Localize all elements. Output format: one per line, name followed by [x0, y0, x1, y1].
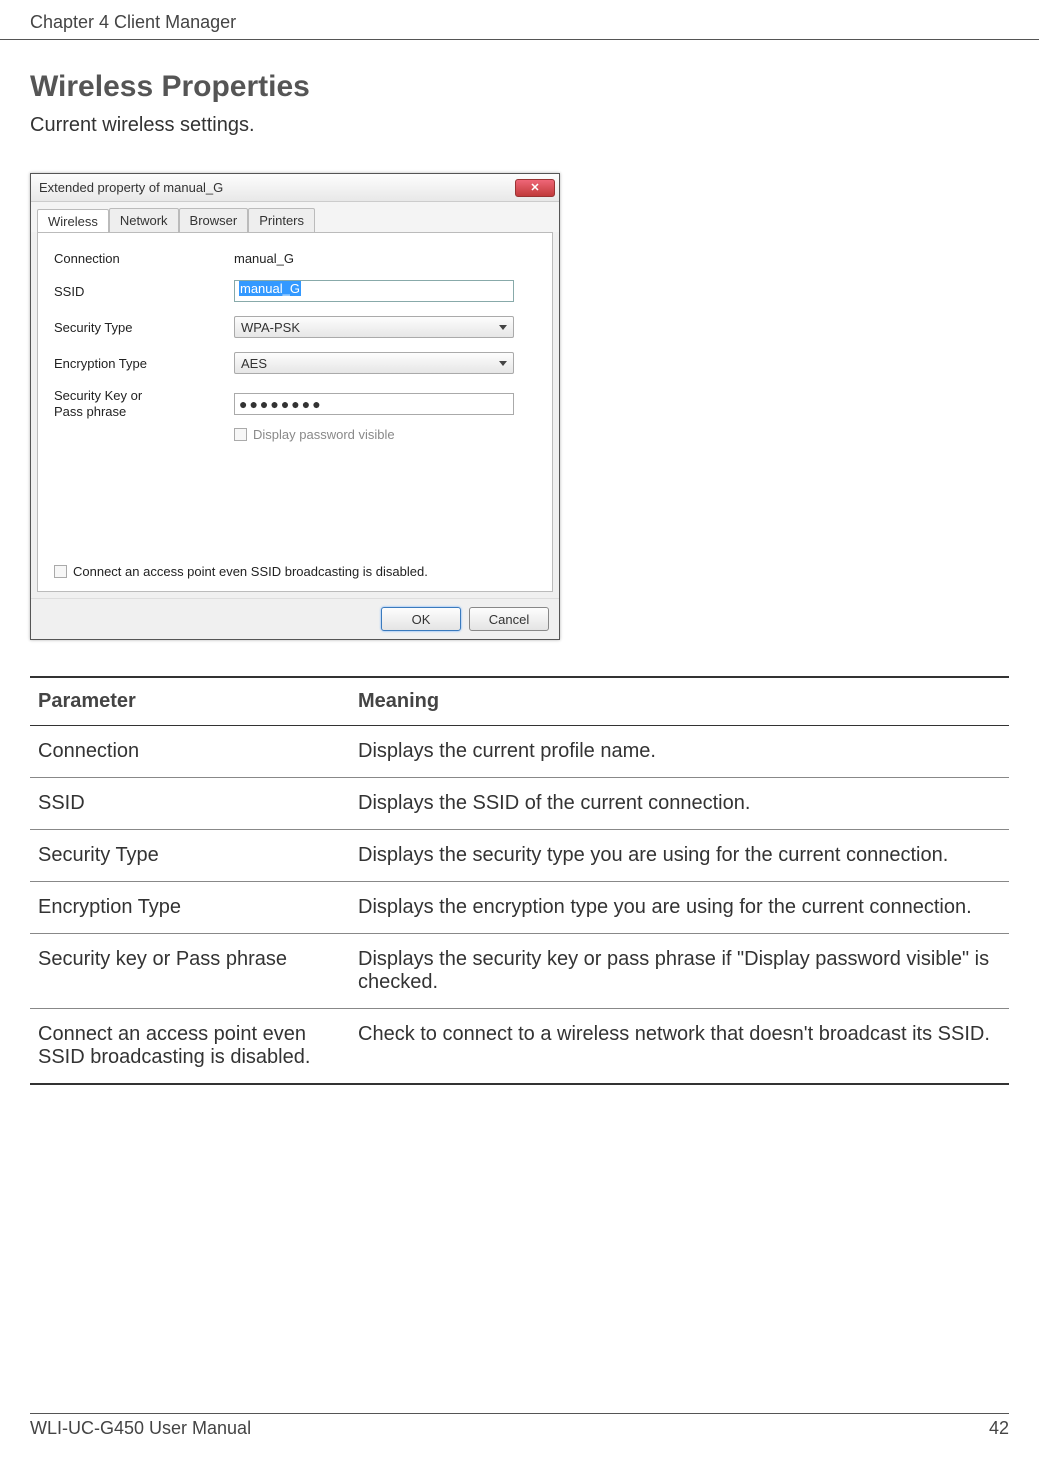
- footer-manual: WLI-UC-G450 User Manual: [30, 1418, 251, 1439]
- encryption-type-value: AES: [241, 356, 267, 371]
- table-row: SSID Displays the SSID of the current co…: [30, 778, 1009, 830]
- ok-button[interactable]: OK: [381, 607, 461, 631]
- label-connection: Connection: [54, 251, 234, 266]
- value-connection: manual_G: [234, 251, 294, 266]
- cell-meaning: Check to connect to a wireless network t…: [350, 1009, 1009, 1085]
- dialog-titlebar: Extended property of manual_G ✕: [31, 174, 559, 202]
- ssid-input[interactable]: manual_G: [234, 280, 514, 302]
- table-row: Connect an access point even SSID broadc…: [30, 1009, 1009, 1085]
- cell-param: Security Type: [30, 830, 350, 882]
- chevron-down-icon: [499, 325, 507, 330]
- page-header: Chapter 4 Client Manager: [0, 0, 1039, 40]
- cell-meaning: Displays the SSID of the current connect…: [350, 778, 1009, 830]
- section-desc: Current wireless settings.: [30, 114, 1009, 137]
- close-button[interactable]: ✕: [515, 179, 555, 197]
- security-type-value: WPA-PSK: [241, 320, 300, 335]
- encryption-type-select[interactable]: AES: [234, 352, 514, 374]
- cell-meaning: Displays the security key or pass phrase…: [350, 934, 1009, 1009]
- cell-meaning: Displays the encryption type you are usi…: [350, 882, 1009, 934]
- tab-wireless[interactable]: Wireless: [37, 209, 109, 233]
- parameter-table: Parameter Meaning Connection Displays th…: [30, 676, 1009, 1085]
- tab-body: Connection manual_G SSID manual_G Securi…: [37, 232, 553, 592]
- cancel-button[interactable]: Cancel: [469, 607, 549, 631]
- properties-dialog: Extended property of manual_G ✕ Wireless…: [30, 173, 560, 640]
- dialog-buttons: OK Cancel: [31, 598, 559, 639]
- security-key-value: ●●●●●●●●: [239, 396, 323, 412]
- cell-param: Security key or Pass phrase: [30, 934, 350, 1009]
- tab-network[interactable]: Network: [109, 208, 179, 232]
- chapter-label: Chapter 4 Client Manager: [30, 12, 236, 32]
- connect-hidden-label: Connect an access point even SSID broadc…: [73, 564, 428, 579]
- cell-param: SSID: [30, 778, 350, 830]
- chevron-down-icon: [499, 361, 507, 366]
- cell-param: Encryption Type: [30, 882, 350, 934]
- table-row: Connection Displays the current profile …: [30, 726, 1009, 778]
- footer-page: 42: [989, 1418, 1009, 1439]
- th-parameter: Parameter: [30, 677, 350, 726]
- cell-param: Connect an access point even SSID broadc…: [30, 1009, 350, 1085]
- th-meaning: Meaning: [350, 677, 1009, 726]
- page-footer: WLI-UC-G450 User Manual 42: [30, 1413, 1009, 1439]
- display-password-checkbox[interactable]: [234, 428, 247, 441]
- security-type-select[interactable]: WPA-PSK: [234, 316, 514, 338]
- label-security-key: Security Key or Pass phrase: [54, 388, 234, 419]
- label-security-type: Security Type: [54, 320, 234, 335]
- security-key-input[interactable]: ●●●●●●●●: [234, 393, 514, 415]
- table-row: Security Type Displays the security type…: [30, 830, 1009, 882]
- table-row: Security key or Pass phrase Displays the…: [30, 934, 1009, 1009]
- cell-meaning: Displays the security type you are using…: [350, 830, 1009, 882]
- display-password-label: Display password visible: [253, 427, 395, 442]
- table-row: Encryption Type Displays the encryption …: [30, 882, 1009, 934]
- label-encryption-type: Encryption Type: [54, 356, 234, 371]
- dialog-title: Extended property of manual_G: [39, 180, 515, 195]
- tab-browser[interactable]: Browser: [179, 208, 249, 232]
- section-title: Wireless Properties: [30, 70, 1009, 104]
- ssid-value: manual_G: [239, 281, 301, 296]
- cell-param: Connection: [30, 726, 350, 778]
- label-ssid: SSID: [54, 284, 234, 299]
- tab-printers[interactable]: Printers: [248, 208, 315, 232]
- cell-meaning: Displays the current profile name.: [350, 726, 1009, 778]
- tab-strip: Wireless Network Browser Printers: [31, 202, 559, 232]
- close-icon: ✕: [530, 181, 539, 194]
- connect-hidden-checkbox[interactable]: [54, 565, 67, 578]
